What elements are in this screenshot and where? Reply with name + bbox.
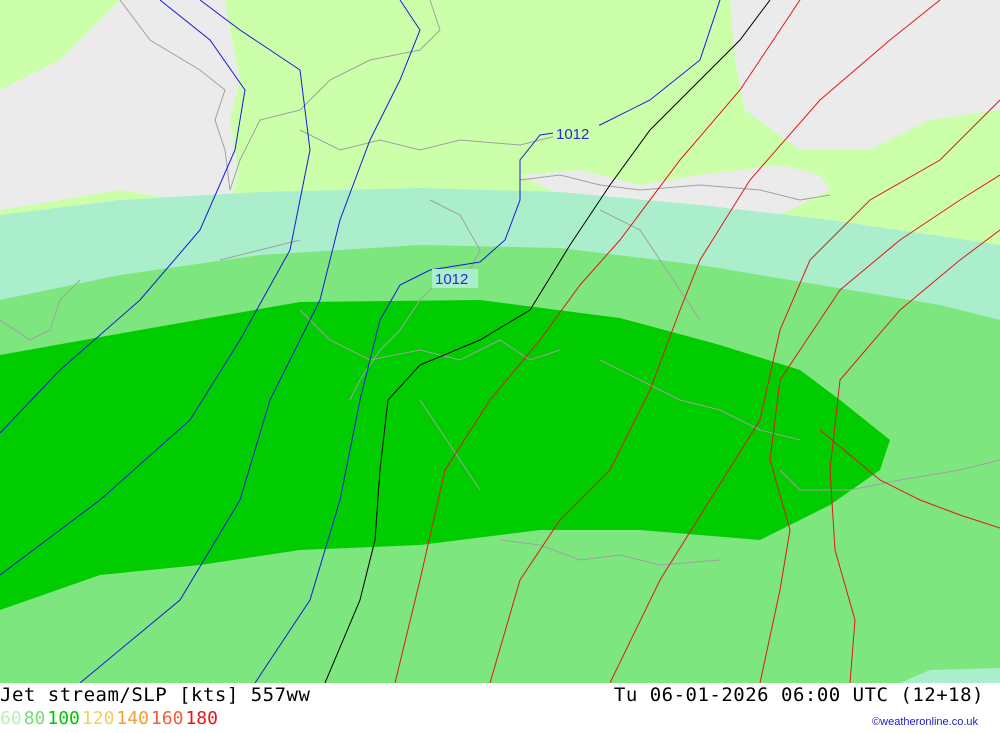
legend-item-120: 120 [81,708,115,729]
legend-item-100: 100 [47,708,80,729]
legend-item-140: 140 [116,708,149,729]
legend-item-160: 160 [150,708,184,729]
map-title: Jet stream/SLP [kts] 557ww [0,684,311,706]
weather-map-panel: 1012 1012 Jet stream/SLP [kts] 557ww Tu … [0,0,1000,733]
speed-legend: 60 80 100 120 140 160 180 [0,708,220,729]
legend-item-60: 60 [0,708,22,729]
isobar-label-north: 1012 [556,126,589,143]
legend-item-180: 180 [185,708,218,729]
jet-stream-map: 1012 1012 [0,0,1000,683]
isobar-label-central: 1012 [435,271,468,288]
legend-item-80: 80 [23,708,46,729]
credit-link[interactable]: ©weatheronline.co.uk [872,716,978,728]
forecast-datetime: Tu 06-01-2026 06:00 UTC (12+18) [613,684,984,706]
